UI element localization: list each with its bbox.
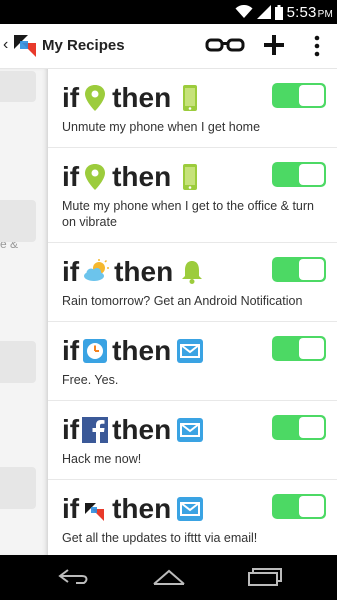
email-icon — [177, 497, 204, 521]
if-label: if — [62, 335, 80, 366]
left-panel-block[interactable] — [0, 467, 36, 509]
email-icon — [177, 339, 204, 363]
android-phone-icon — [183, 85, 198, 111]
then-label: then — [112, 414, 172, 445]
recipe-row[interactable]: if then Mute my phone when I get to the … — [48, 148, 337, 243]
recipe-header: if then — [62, 83, 203, 113]
wifi-icon — [235, 5, 253, 18]
recipe-description: Hack me now! — [62, 452, 142, 466]
add-icon[interactable] — [263, 34, 285, 56]
status-bar: 5:53PM — [0, 0, 337, 24]
clock-ampm: PM — [317, 8, 333, 20]
clock-time: 5:53 — [286, 3, 317, 21]
left-panel-block[interactable] — [0, 341, 36, 383]
action-bar: ‹ My Recipes — [0, 24, 337, 69]
toggle-knob — [299, 496, 324, 517]
recipe-header: if then — [62, 162, 203, 192]
recipe-row[interactable]: if then Unmute my phone when I get home — [48, 69, 337, 148]
recipe-toggle[interactable] — [272, 162, 326, 187]
recipe-description: Mute my phone when I get to the office &… — [62, 199, 315, 229]
android-phone-icon — [183, 164, 198, 190]
recipe-description: Get all the updates to ifttt via email! — [62, 531, 258, 545]
recipe-toggle[interactable] — [272, 415, 326, 440]
location-pin-icon — [85, 164, 106, 190]
toggle-knob — [299, 85, 324, 106]
left-panel-block[interactable] — [0, 200, 36, 242]
recipe-toggle[interactable] — [272, 494, 326, 519]
recipe-toggle[interactable] — [272, 336, 326, 361]
left-panel-block[interactable] — [0, 71, 36, 102]
back-button[interactable]: ‹ — [3, 37, 8, 53]
recipe-description: Unmute my phone when I get home — [62, 120, 261, 134]
status-icons: 5:53PM — [235, 0, 333, 24]
then-label: then — [112, 82, 172, 113]
facebook-icon — [82, 417, 109, 443]
recipe-header: if then — [62, 257, 205, 287]
recipe-description: Free. Yes. — [62, 373, 119, 387]
if-label: if — [62, 256, 80, 287]
ifttt-logo-icon — [85, 503, 105, 521]
recipe-toggle[interactable] — [272, 257, 326, 282]
back-nav-icon[interactable] — [56, 565, 92, 589]
recipe-row[interactable]: if then Rain tomorrow? Get an Android No… — [48, 243, 337, 322]
then-label: then — [112, 493, 172, 524]
location-pin-icon — [85, 85, 106, 111]
signal-icon — [256, 5, 271, 19]
glasses-icon[interactable] — [205, 34, 245, 56]
if-label: if — [62, 82, 80, 113]
home-nav-icon[interactable] — [151, 565, 187, 589]
weather-icon — [84, 259, 110, 281]
if-label: if — [62, 493, 80, 524]
recipe-row[interactable]: if then Free. Yes. — [48, 322, 337, 401]
recipe-description: Rain tomorrow? Get an Android Notificati… — [62, 294, 303, 308]
recipe-row[interactable]: if then Hack me now! — [48, 401, 337, 480]
navigation-bar — [0, 555, 337, 600]
page-title: My Recipes — [42, 37, 125, 54]
recipe-header: if then — [62, 335, 204, 366]
left-panel: e & — [0, 69, 48, 555]
recipe-toggle[interactable] — [272, 83, 326, 108]
toggle-knob — [299, 338, 324, 359]
battery-icon — [274, 4, 283, 20]
ifttt-logo-icon[interactable] — [14, 35, 36, 57]
clock: 5:53PM — [287, 4, 333, 21]
android-notification-icon — [182, 261, 203, 284]
toggle-knob — [299, 259, 324, 280]
if-label: if — [62, 161, 80, 192]
then-label: then — [114, 256, 174, 287]
recipe-header: if then — [62, 414, 204, 445]
recipe-row[interactable]: if then Get all the updates to ifttt via… — [48, 480, 337, 558]
then-label: then — [112, 335, 172, 366]
toggle-knob — [299, 417, 324, 438]
overflow-menu-icon[interactable] — [312, 34, 322, 58]
clock-icon — [83, 339, 108, 363]
if-label: if — [62, 414, 80, 445]
recipe-header: if then — [62, 493, 204, 524]
then-label: then — [112, 161, 172, 192]
toggle-knob — [299, 164, 324, 185]
email-icon — [177, 418, 204, 442]
recipe-list: if then Unmute my phone when I get home … — [48, 69, 337, 555]
recent-apps-icon[interactable] — [246, 565, 282, 589]
